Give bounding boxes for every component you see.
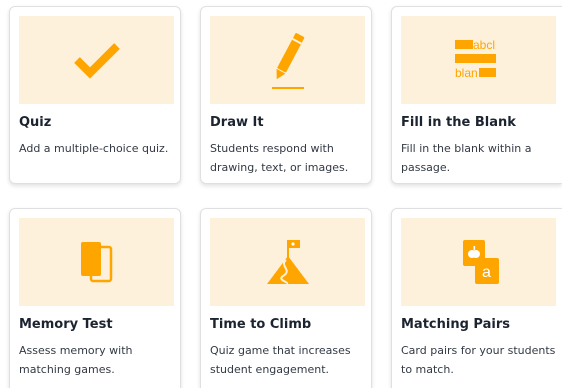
card-thumbnail xyxy=(210,218,365,306)
card-thumbnail xyxy=(19,16,174,104)
activity-card-memory-test[interactable]: Memory Test Assess memory with matching … xyxy=(9,208,181,388)
card-description: Add a multiple-choice quiz. xyxy=(19,142,169,155)
card-title: Memory Test xyxy=(19,317,113,332)
activity-card-time-to-climb[interactable]: Time to Climb Quiz game that increases s… xyxy=(200,208,372,388)
matching-letter: a xyxy=(482,264,491,281)
card-description: Students respond with drawing, text, or … xyxy=(210,142,349,174)
activity-card-fill-in-the-blank[interactable]: abcl blan Fill in the Blank Fill in the … xyxy=(391,6,562,184)
cards-icon xyxy=(80,242,112,283)
card-title: Draw It xyxy=(210,115,264,130)
card-title: Time to Climb xyxy=(210,317,312,332)
card-title: Fill in the Blank xyxy=(401,115,516,130)
card-thumbnail: a xyxy=(401,218,556,306)
fill-blank-word-2: blan xyxy=(455,66,478,80)
card-description: Fill in the blank within a passage. xyxy=(401,142,532,174)
card-thumbnail: abcl blan xyxy=(401,16,556,104)
fill-blank-word-1: abcl xyxy=(473,38,495,52)
card-thumbnail xyxy=(210,16,365,104)
matching-pairs-icon: a xyxy=(462,240,499,284)
pencil-icon xyxy=(271,33,304,89)
activity-card-draw-it[interactable]: Draw It Students respond with drawing, t… xyxy=(200,6,372,184)
card-description: Card pairs for your students to match. xyxy=(401,344,556,376)
mountain-flag-icon xyxy=(266,240,309,285)
card-thumbnail xyxy=(19,218,174,306)
card-description: Quiz game that increases student engagem… xyxy=(210,344,351,376)
fill-blank-icon: abcl blan xyxy=(454,38,496,80)
activity-card-matching-pairs[interactable]: a Matching Pairs Card pairs for your stu… xyxy=(391,208,562,388)
card-title: Matching Pairs xyxy=(401,317,510,332)
card-title: Quiz xyxy=(19,115,52,130)
checkmark-icon xyxy=(73,43,120,79)
activity-card-quiz[interactable]: Quiz Add a multiple-choice quiz. xyxy=(9,6,181,184)
card-description: Assess memory with matching games. xyxy=(19,344,133,376)
